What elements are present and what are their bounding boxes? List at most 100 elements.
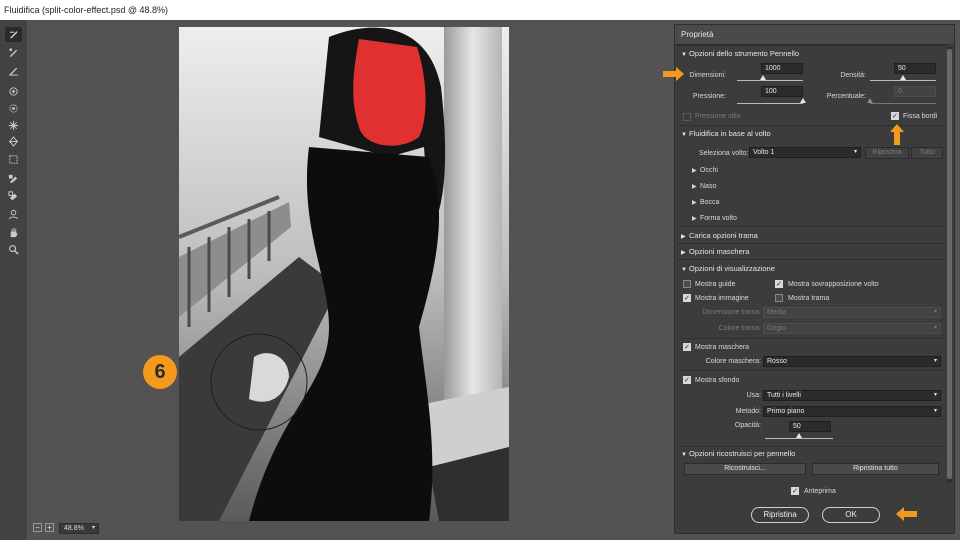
face-all-button[interactable]: Tutto	[911, 147, 943, 159]
pressure-slider-knob[interactable]	[800, 98, 806, 103]
dropdown-value: Rosso	[767, 358, 787, 365]
bloat-icon[interactable]	[5, 118, 22, 133]
select-face-label: Seleziona volto:	[699, 150, 749, 157]
mesh-size-label: Dimensione trama:	[702, 309, 761, 316]
dropdown-value: Volto 1	[753, 149, 775, 156]
section-title: Opzioni dello strumento Pennello	[689, 49, 800, 58]
ok-button[interactable]: OK	[822, 507, 880, 523]
face-item[interactable]: ▶ Naso	[692, 183, 716, 190]
reconstruct-button[interactable]: Ricostruisci...	[684, 463, 806, 475]
show-backdrop-checkbox[interactable]: ✓	[683, 376, 691, 384]
pucker-icon[interactable]	[5, 101, 22, 116]
section-view-options[interactable]: ▼ Opzioni di visualizzazione	[681, 264, 775, 273]
show-guides-checkbox[interactable]	[683, 280, 691, 288]
section-title: Fluidifica in base al volto	[689, 129, 771, 138]
thaw-mask-icon[interactable]	[5, 171, 22, 186]
preview-checkbox[interactable]: ✓	[791, 487, 799, 495]
show-face-overlay-label: Mostra sovrapposizione volto	[788, 281, 879, 288]
pressure-label: Pressione:	[692, 93, 726, 100]
stylus-pressure-label: Pressione stilo	[695, 113, 741, 120]
rate-label: Percentuale:	[826, 93, 866, 100]
dropdown-value: Media	[767, 309, 787, 316]
section-load-mesh[interactable]: ▶ Carica opzioni trama	[681, 231, 758, 240]
face-item[interactable]: ▶ Forma volto	[692, 215, 737, 222]
restore-all-button[interactable]: Ripristina tutto	[812, 463, 939, 475]
section-brush-options[interactable]: ▼ Opzioni dello strumento Pennello	[681, 49, 799, 58]
pin-edges-checkbox[interactable]: ✓	[891, 112, 899, 120]
reset-button[interactable]: Ripristina	[751, 507, 809, 523]
zoom-out-button[interactable]: −	[33, 523, 42, 532]
smooth-icon[interactable]	[5, 63, 22, 78]
show-backdrop-label: Mostra sfondo	[695, 377, 740, 384]
scroll-thumb[interactable]	[947, 49, 952, 479]
preview-label: Anteprima	[804, 488, 836, 495]
show-mesh-label: Mostra trama	[788, 295, 830, 302]
freeze-mask-icon[interactable]	[5, 152, 22, 167]
zoom-level-field[interactable]: 48.8% ▾	[59, 523, 99, 534]
face-item[interactable]: ▶ Occhi	[692, 167, 718, 174]
opacity-label: Opacità:	[734, 422, 761, 429]
section-title: Opzioni ricostruisci per pennello	[689, 449, 796, 458]
triangle-right-icon: ▶	[692, 216, 697, 222]
size-field[interactable]: 1000	[761, 63, 803, 74]
mask-color-dropdown[interactable]: Rosso ▾	[763, 356, 941, 367]
eraser-mask-icon[interactable]	[5, 188, 22, 203]
show-mesh-checkbox[interactable]	[775, 294, 783, 302]
section-face-aware[interactable]: ▼ Fluidifica in base al volto	[681, 129, 771, 138]
mesh-color-dropdown: Grigio ▾	[763, 323, 941, 334]
zoom-value: 48.8%	[64, 525, 84, 532]
chevron-down-icon: ▾	[933, 392, 937, 398]
show-face-overlay-checkbox[interactable]: ✓	[775, 280, 783, 288]
density-slider-knob[interactable]	[900, 75, 906, 80]
opacity-field[interactable]: 50	[789, 421, 831, 432]
zoom-in-button[interactable]: +	[45, 523, 54, 532]
pressure-field[interactable]: 100	[761, 86, 803, 97]
face-reset-button[interactable]: Ripristina	[865, 147, 909, 159]
properties-panel: Proprietà ▼ Opzioni dello strumento Penne…	[674, 24, 955, 534]
chevron-down-icon: ▾	[933, 358, 937, 364]
hand-icon[interactable]	[5, 225, 22, 240]
size-slider[interactable]	[737, 80, 803, 81]
use-dropdown[interactable]: Tutti i livelli ▾	[763, 390, 941, 401]
twirl-icon[interactable]	[5, 84, 22, 99]
triangle-down-icon: ▼	[681, 267, 687, 273]
pressure-slider[interactable]	[737, 103, 803, 104]
show-mask-checkbox[interactable]: ✓	[683, 343, 691, 351]
dropdown-value: Primo piano	[767, 408, 805, 415]
face-icon[interactable]	[5, 207, 22, 222]
chevron-down-icon: ▾	[933, 408, 937, 414]
callout-6: 6	[143, 355, 177, 389]
face-item[interactable]: ▶ Bocca	[692, 199, 719, 206]
dropdown-value: Tutti i livelli	[767, 392, 801, 399]
triangle-right-icon: ▶	[692, 184, 697, 190]
opacity-slider[interactable]	[765, 438, 833, 439]
size-slider-knob[interactable]	[760, 75, 767, 80]
show-image-checkbox[interactable]: ✓	[683, 294, 691, 302]
density-slider[interactable]	[870, 80, 936, 81]
preview-image[interactable]	[179, 27, 509, 521]
select-face-dropdown[interactable]: Volto 1 ▾	[749, 147, 861, 158]
panel-title: Proprietà	[675, 25, 954, 45]
arrow-left-icon	[896, 507, 917, 521]
chevron-down-icon: ▾	[91, 525, 95, 531]
use-label: Usa:	[746, 392, 761, 399]
arrow-up-icon	[890, 124, 904, 145]
arrow-right-icon	[663, 67, 684, 81]
section-mask-options[interactable]: ▶ Opzioni maschera	[681, 247, 749, 256]
chevron-down-icon: ▾	[933, 325, 937, 331]
density-field[interactable]: 50	[894, 63, 936, 74]
section-reconstruct-options[interactable]: ▼ Opzioni ricostruisci per pennello	[681, 449, 795, 458]
tools-panel	[0, 20, 27, 540]
mode-dropdown[interactable]: Primo piano ▾	[763, 406, 941, 417]
section-title: Carica opzioni trama	[689, 231, 758, 240]
section-title: Opzioni maschera	[689, 247, 750, 256]
reconstruct-icon[interactable]	[5, 45, 22, 60]
opacity-slider-knob[interactable]	[796, 433, 802, 438]
panel-scrollbar[interactable]	[947, 47, 952, 483]
mesh-size-dropdown: Media ▾	[763, 307, 941, 318]
show-mask-label: Mostra maschera	[695, 344, 750, 351]
triangle-right-icon: ▶	[681, 234, 686, 240]
push-left-icon[interactable]	[5, 134, 22, 149]
forward-warp-icon[interactable]	[5, 27, 22, 42]
zoom-icon[interactable]	[5, 242, 22, 257]
